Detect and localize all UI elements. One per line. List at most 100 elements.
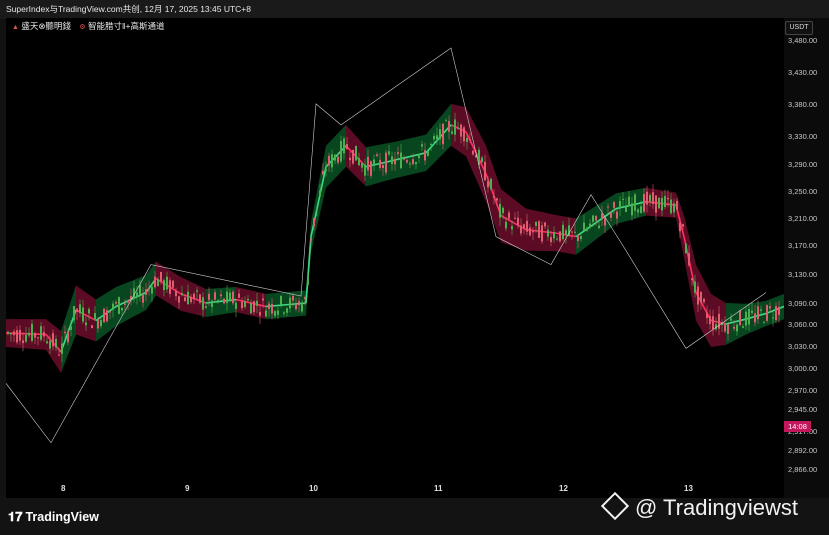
- time-tick: 12: [559, 484, 568, 493]
- candle-body: [232, 291, 234, 304]
- time-tick: 11: [434, 484, 443, 493]
- candle-body: [325, 169, 327, 171]
- candle-body: [13, 331, 15, 336]
- candle-body: [307, 277, 309, 285]
- candle-body: [259, 312, 261, 316]
- candle-body: [142, 295, 144, 303]
- candle-body: [25, 334, 27, 342]
- candle-body: [760, 309, 762, 311]
- candle-body: [322, 170, 324, 175]
- candle-body: [688, 253, 690, 266]
- candle-body: [619, 201, 621, 209]
- candle-body: [583, 222, 585, 231]
- candle-body: [223, 298, 225, 304]
- candle-body: [454, 119, 456, 135]
- trend-icon: ▲: [12, 24, 19, 31]
- candle-body: [628, 196, 630, 207]
- price-tick: 3,130.00: [788, 270, 818, 279]
- candle-body: [439, 129, 441, 140]
- candle-body: [643, 194, 645, 212]
- candle-body: [103, 308, 105, 323]
- candle-body: [205, 306, 207, 308]
- candle-body: [199, 294, 201, 303]
- candle-body: [442, 123, 444, 145]
- candle-body: [712, 316, 714, 330]
- indicator-label-2: 智能腊寸‖+高斯通道: [87, 21, 165, 31]
- candle-body: [610, 213, 612, 218]
- candle-body: [106, 310, 108, 322]
- candle-body: [157, 279, 159, 287]
- indicator-legend[interactable]: ▲ 盛天⊗聽明錢 ⚙ 智能腊寸‖+高斯通道: [12, 20, 170, 34]
- candle-body: [88, 309, 90, 314]
- candle-body: [511, 226, 513, 230]
- currency-label[interactable]: USDT: [785, 21, 813, 35]
- candle-body: [292, 295, 294, 301]
- candle-body: [730, 318, 732, 321]
- tradingview-logo-icon: 𝟏𝟕: [8, 509, 23, 524]
- candle-body: [208, 293, 210, 301]
- indicator-item-1[interactable]: ▲ 盛天⊗聽明錢: [12, 21, 73, 31]
- candle-body: [151, 286, 153, 294]
- candle-body: [373, 159, 375, 165]
- candle-body: [673, 203, 675, 213]
- candle-body: [46, 341, 48, 344]
- settings-icon: ⚙: [79, 24, 86, 31]
- candle-body: [385, 152, 387, 173]
- candle-body: [274, 311, 276, 316]
- candle-body: [757, 306, 759, 320]
- candle-body: [235, 302, 237, 309]
- indicator-item-2[interactable]: ⚙ 智能腊寸‖+高斯通道: [79, 21, 164, 31]
- candle-body: [391, 156, 393, 164]
- candle-body: [61, 343, 63, 354]
- candle-body: [742, 326, 744, 328]
- candle-body: [100, 320, 102, 327]
- candle-body: [658, 197, 660, 209]
- price-tick: 3,030.00: [788, 342, 818, 351]
- last-price-tag: 14:08: [784, 421, 811, 432]
- candle-body: [265, 310, 267, 317]
- candle-body: [238, 293, 240, 298]
- candle-body: [565, 230, 567, 236]
- candle-body: [301, 303, 303, 312]
- candle-body: [664, 195, 666, 208]
- candle-body: [754, 313, 756, 323]
- candle-body: [685, 243, 687, 254]
- candle-body: [16, 330, 18, 343]
- candle-body: [505, 221, 507, 229]
- candle-body: [313, 217, 315, 227]
- candle-body: [70, 326, 72, 330]
- price-tick: 3,210.00: [788, 214, 818, 223]
- price-chart[interactable]: [6, 18, 784, 480]
- candle-body: [670, 199, 672, 214]
- candle-body: [526, 220, 528, 232]
- candle-body: [382, 165, 384, 169]
- candle-body: [649, 194, 651, 202]
- price-tick: 2,866.00: [788, 465, 818, 474]
- price-tick: 3,090.00: [788, 299, 818, 308]
- candle-body: [571, 231, 573, 233]
- candle-body: [667, 197, 669, 200]
- price-tick: 3,430.00: [788, 68, 818, 77]
- price-tick: 3,060.00: [788, 320, 818, 329]
- candle-body: [589, 223, 591, 228]
- candle-body: [181, 293, 183, 296]
- candle-body: [502, 207, 504, 214]
- candle-body: [733, 326, 735, 329]
- candle-body: [178, 296, 180, 303]
- chart-title: SuperIndex与TradingView.com共创, 12月 17, 20…: [6, 4, 251, 14]
- candle-body: [574, 231, 576, 233]
- candle-body: [403, 158, 405, 160]
- candle-body: [541, 225, 543, 242]
- candle-body: [193, 293, 195, 299]
- candle-body: [31, 323, 33, 341]
- time-tick: 9: [185, 484, 190, 493]
- price-tick: 2,945.00: [788, 405, 818, 414]
- candle-body: [415, 162, 417, 165]
- candle-body: [538, 221, 540, 238]
- candle-body: [226, 291, 228, 304]
- tradingview-logo[interactable]: 𝟏𝟕 TradingView: [8, 509, 99, 525]
- candle-body: [418, 154, 420, 159]
- price-tick: 2,892.00: [788, 446, 818, 455]
- candle-body: [400, 152, 402, 169]
- candle-body: [394, 158, 396, 165]
